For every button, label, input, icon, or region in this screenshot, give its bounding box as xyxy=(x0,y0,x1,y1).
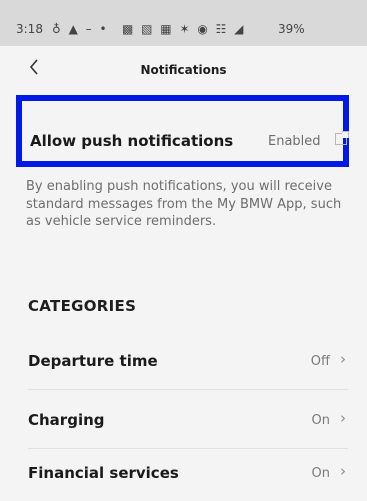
category-value: On xyxy=(311,413,330,428)
chevron-right-icon: › xyxy=(340,409,346,427)
push-notifications-status: Enabled xyxy=(268,134,321,149)
categories-header: CATEGORIES xyxy=(28,297,137,315)
system-status-icons: ▩ ▧ ▦ ✶ ◉ ☷ ◢ xyxy=(122,22,246,36)
battery-level: 39% xyxy=(278,22,305,36)
category-row-financial-services[interactable]: Financial services On › xyxy=(28,443,348,501)
category-row-charging[interactable]: Charging On › xyxy=(28,390,348,449)
push-notifications-label: Allow push notifications xyxy=(30,132,234,150)
notification-icons: ♁ ▲ – • xyxy=(52,22,109,36)
category-label: Departure time xyxy=(28,352,158,370)
chevron-right-icon: › xyxy=(340,462,346,480)
page-title: Notifications xyxy=(140,63,227,77)
chevron-right-icon: › xyxy=(340,350,346,368)
push-description: By enabling push notifications, you will… xyxy=(26,179,342,229)
category-label: Financial services xyxy=(28,464,179,482)
category-value: On xyxy=(311,466,330,481)
category-label: Charging xyxy=(28,411,105,429)
allow-push-notifications-row[interactable]: Allow push notifications Enabled xyxy=(16,95,349,167)
category-row-departure-time[interactable]: Departure time Off › xyxy=(28,331,348,390)
category-value: Off xyxy=(310,354,330,369)
status-time: 3:18 xyxy=(16,22,43,36)
navigation-bar: Notifications xyxy=(0,52,367,88)
status-bar: 3:18 ♁ ▲ – • ▩ ▧ ▦ ✶ ◉ ☷ ◢ 39% xyxy=(0,0,367,46)
external-link-icon xyxy=(335,131,349,145)
